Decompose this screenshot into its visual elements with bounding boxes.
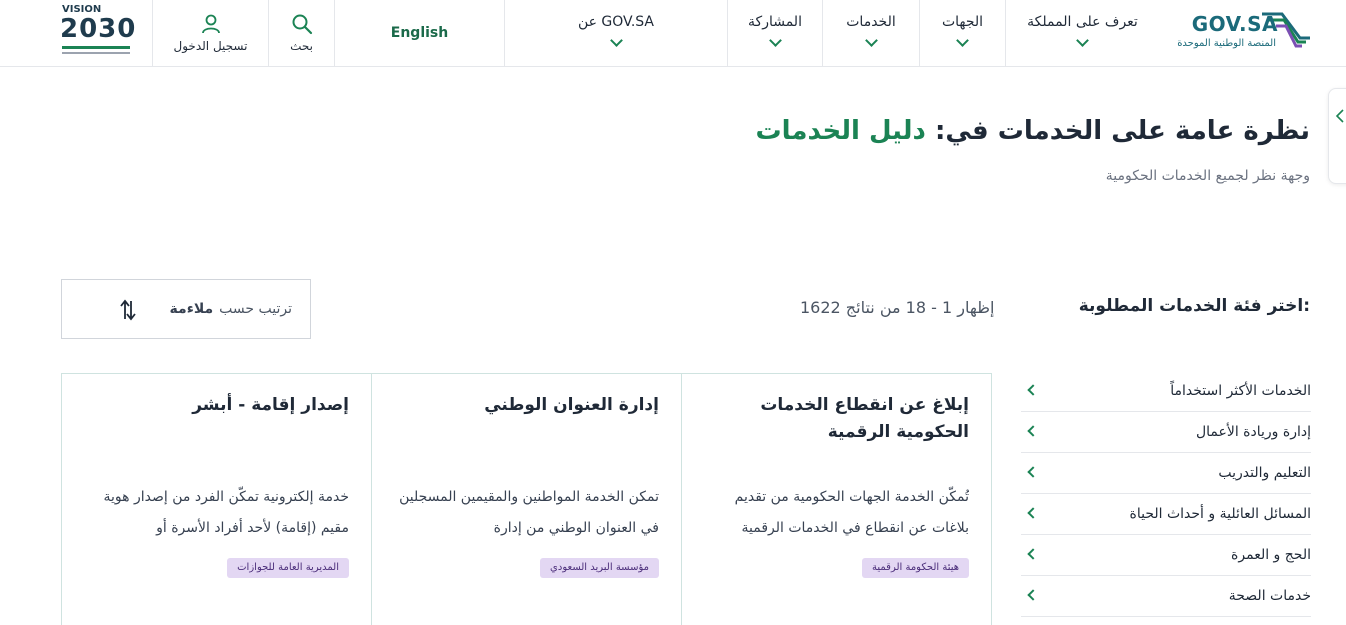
chevron-left-icon [1027, 507, 1039, 519]
sort-value: ملاءمة [169, 301, 214, 317]
category-list: الخدمات الأكثر استخداماً إدارة وريادة ال… [1021, 371, 1311, 617]
govsa-logo-subtitle: المنصة الوطنية الموحدة [1177, 38, 1276, 49]
chevron-left-icon [1027, 466, 1039, 478]
results-count: إظهار 1 - 18 من نتائج 1622 [800, 298, 995, 317]
service-card-description: تُمكّن الخدمة الجهات الحكومية من تقديم ب… [734, 489, 969, 536]
chevron-down-icon [768, 33, 782, 47]
category-item[interactable]: إدارة وريادة الأعمال [1021, 412, 1311, 453]
page-subtitle: وجهة نظر لجميع الخدمات الحكومية [1105, 168, 1310, 184]
login-label: تسجيل الدخول [173, 39, 248, 53]
search-icon [292, 14, 312, 35]
category-item[interactable]: المسائل العائلية و أحداث الحياة [1021, 494, 1311, 535]
service-card-title[interactable]: إبلاغ عن انقطاع الخدمات الحكومية الرقمية [699, 392, 969, 446]
chevron-down-icon [1076, 33, 1089, 47]
chevron-down-icon [864, 33, 878, 47]
nav-about-govsa[interactable]: عن GOV.SA [504, 0, 727, 66]
nav-entities[interactable]: الجهات [919, 0, 1005, 66]
service-card[interactable]: إبلاغ عن انقطاع الخدمات الحكومية الرقمية… [681, 373, 992, 625]
sort-dropdown[interactable]: ملاءمة ترتيب حسب [61, 279, 311, 339]
chevron-left-icon [1027, 589, 1039, 601]
service-card[interactable]: إصدار إقامة - أبشر خدمة إلكترونية تمكّن … [61, 373, 372, 625]
service-card-description: تمكن الخدمة المواطنين والمقيمين المسجلين… [399, 489, 659, 536]
vision-logo-stripes [62, 46, 130, 49]
vision-logo-stripes [62, 52, 130, 54]
service-card-title[interactable]: إدارة العنوان الوطني [389, 392, 659, 419]
nav-services[interactable]: الخدمات [822, 0, 919, 66]
nav-participation[interactable]: المشاركة [727, 0, 822, 66]
search-button[interactable]: بحث [268, 0, 334, 66]
chevron-left-icon [1027, 384, 1039, 396]
category-item[interactable]: خدمات الصحة [1021, 576, 1311, 617]
vision-logo-year: 2030 [60, 14, 137, 44]
side-feedback-tab[interactable] [1328, 88, 1346, 184]
service-card-agency-tag: مؤسسة البريد السعودي [540, 558, 659, 578]
service-card-description: خدمة إلكترونية تمكّن الفرد من إصدار هوية… [103, 489, 349, 536]
page-title: نظرة عامة على الخدمات في: دليل الخدمات [756, 116, 1311, 146]
service-card-agency-tag: هيئة الحكومة الرقمية [862, 558, 969, 578]
page-title-prefix: نظرة عامة على الخدمات في: [925, 116, 1310, 146]
govsa-logo-text: GOV.SA [1191, 12, 1278, 36]
vision-2030-logo: VISION 2030 [60, 4, 140, 62]
language-switch-link[interactable]: English [334, 0, 504, 66]
service-cards: إبلاغ عن انقطاع الخدمات الحكومية الرقمية… [61, 373, 992, 625]
category-item[interactable]: التعليم والتدريب [1021, 453, 1311, 494]
feedback-icon [1335, 109, 1344, 123]
sort-arrows-icon [120, 299, 136, 321]
category-item[interactable]: الخدمات الأكثر استخداماً [1021, 371, 1311, 412]
user-icon [201, 14, 220, 34]
nav-know-kingdom[interactable]: تعرف على المملكة [1005, 0, 1159, 66]
service-card-agency-tag: المديرية العامة للجوازات [227, 558, 349, 578]
site-header: GOV.SA المنصة الوطنية الموحدة تعرف على ا… [0, 0, 1346, 67]
category-item[interactable]: الحج و العمرة [1021, 535, 1311, 576]
chevron-left-icon [1027, 425, 1039, 437]
sort-label: ترتيب حسب [219, 301, 292, 317]
chevron-down-icon [956, 33, 969, 47]
login-button[interactable]: تسجيل الدخول [152, 0, 268, 66]
chevron-down-icon [609, 33, 623, 47]
chevron-left-icon [1027, 548, 1039, 560]
category-filter-heading: اختر فئة الخدمات المطلوبة: [1078, 296, 1310, 316]
search-label: بحث [290, 39, 313, 53]
service-card[interactable]: إدارة العنوان الوطني تمكن الخدمة المواطن… [371, 373, 682, 625]
service-card-title[interactable]: إصدار إقامة - أبشر [79, 392, 349, 419]
page-title-accent: دليل الخدمات [755, 116, 926, 146]
